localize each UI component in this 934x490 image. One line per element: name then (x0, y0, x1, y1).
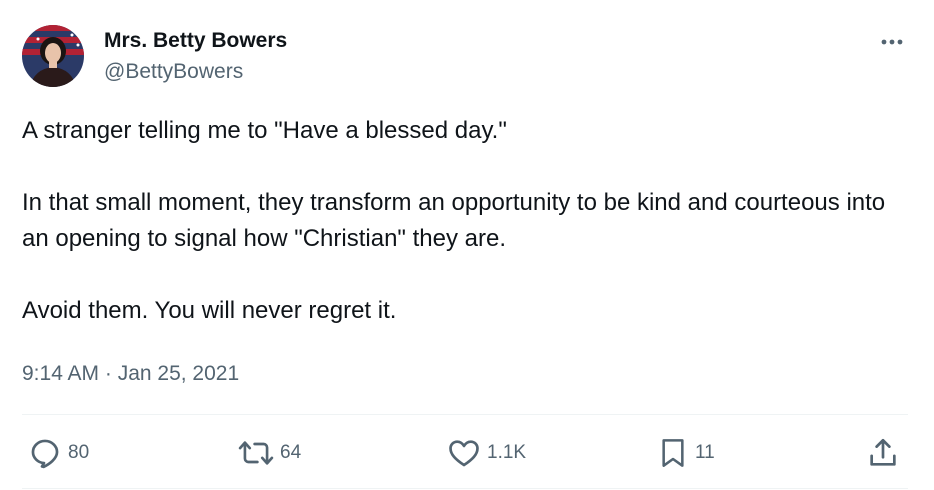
author-info: Mrs. Betty Bowers @BettyBowers (104, 28, 287, 85)
reply-button[interactable]: 80 (28, 430, 89, 476)
tweet-actions-bar: 80 64 1.1K 11 (0, 430, 934, 476)
tweet-card: Mrs. Betty Bowers @BettyBowers A strange… (0, 0, 934, 490)
tweet-text: A stranger telling me to "Have a blessed… (22, 113, 902, 329)
retweet-icon (238, 441, 274, 465)
like-button[interactable]: 1.1K (447, 430, 526, 476)
divider (22, 414, 908, 415)
tweet-paragraph: In that small moment, they transform an … (22, 189, 886, 252)
author-avatar[interactable] (22, 25, 84, 87)
heart-icon (449, 440, 479, 467)
retweet-button[interactable]: 64 (238, 430, 301, 476)
tweet-paragraph: A stranger telling me to "Have a blessed… (22, 117, 507, 144)
reply-icon (31, 439, 59, 469)
share-icon (870, 438, 896, 466)
divider (22, 488, 908, 489)
author-handle[interactable]: @BettyBowers (104, 59, 287, 85)
avatar-image (22, 25, 84, 87)
reply-count: 80 (68, 442, 90, 463)
more-horizontal-icon[interactable] (873, 30, 909, 54)
bookmark-icon (662, 439, 684, 467)
share-button[interactable] (866, 430, 900, 476)
author-display-name[interactable]: Mrs. Betty Bowers (104, 28, 287, 54)
tweet-paragraph: Avoid them. You will never regret it. (22, 297, 397, 324)
retweet-count: 64 (280, 442, 302, 463)
bookmark-count: 11 (695, 442, 715, 463)
tweet-timestamp[interactable]: 9:14 AM · Jan 25, 2021 (22, 360, 239, 388)
bookmark-button[interactable]: 11 (657, 430, 715, 476)
like-count: 1.1K (487, 442, 527, 463)
